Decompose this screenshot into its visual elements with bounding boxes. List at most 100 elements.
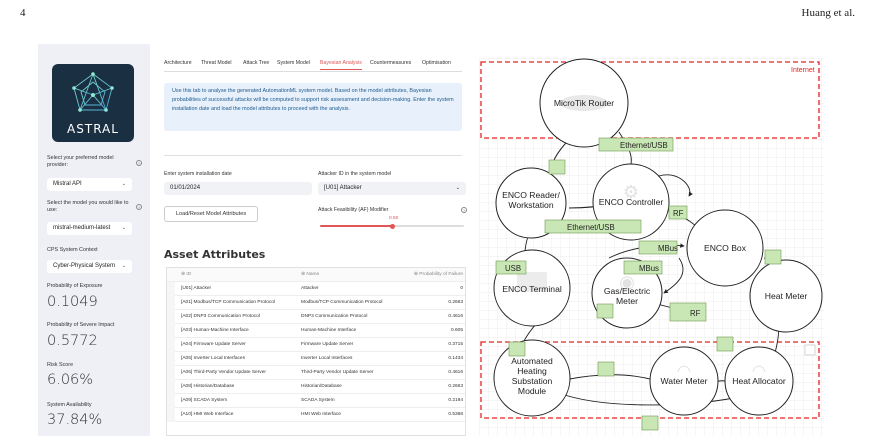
metric-value: 37.84% — [47, 412, 103, 428]
node-microtik-router[interactable]: MicroTik Router — [539, 58, 629, 148]
table-row[interactable]: [A02] DNP3 Communication Protocol DNP3 Co… — [167, 310, 465, 324]
node-heat-meter[interactable]: Heat Meter — [749, 259, 823, 333]
metric-label: Probability of Severe Impact — [47, 322, 115, 328]
id-cell: [A06] Third-Party Vendor Update Server — [181, 370, 266, 375]
node-label: Heat Meter — [765, 291, 808, 301]
af-slider-fill — [320, 225, 392, 227]
port-box[interactable] — [596, 303, 614, 319]
table-row[interactable]: [A03] Human-Machine Interface Human-Machi… — [167, 324, 465, 338]
context-select[interactable]: Cyber-Physical System ⌄ — [47, 260, 132, 273]
probability-cell: 0.5388 — [448, 412, 463, 417]
af-slider-thumb[interactable] — [389, 223, 395, 229]
tab-system-model[interactable]: System Model — [277, 60, 310, 66]
node-label: ENCO Terminal — [502, 284, 562, 294]
probability-cell: 0.2663 — [448, 300, 463, 305]
port-box[interactable] — [764, 249, 782, 265]
port-box[interactable] — [548, 159, 566, 175]
context-label: CPS System Context — [47, 247, 98, 253]
column-header[interactable]: ⊕ ID — [181, 268, 191, 282]
tab-bayesian-analysis[interactable]: Bayesian Analysis — [320, 60, 362, 70]
edge-label: Ethernet/USB — [620, 141, 668, 150]
divider — [164, 155, 462, 156]
node-enco-box[interactable]: ENCO Box — [686, 209, 764, 287]
row-index-cell — [167, 380, 175, 394]
table-row[interactable]: [A05] Inverter Local Interfaces Inverter … — [167, 352, 465, 366]
asset-attributes-table: ⊕ ID ⊕ Name ⊕ Probability of Failure [U0… — [166, 267, 466, 436]
table-row[interactable]: [A01] Modbus/TCP Communication Protocol M… — [167, 296, 465, 310]
name-cell: Inverter Local Interfaces — [301, 356, 353, 361]
tab-optimisation[interactable]: Optimisation — [422, 60, 451, 66]
model-select[interactable]: mistral-medium-latest ⌄ — [47, 222, 132, 235]
tab-threat-model[interactable]: Threat Model — [201, 60, 232, 66]
column-header-label: Name — [306, 272, 320, 277]
provider-select[interactable]: Mistral API ⌄ — [47, 178, 132, 191]
name-cell: Human-Machine Interface — [301, 328, 357, 333]
id-cell: [A02] DNP3 Communication Protocol — [181, 314, 260, 319]
table-row[interactable]: [A08] Historian/Database Historian/Databa… — [167, 380, 465, 394]
zone-marker — [804, 344, 816, 356]
id-cell: [A05] Inverter Local Interfaces — [181, 356, 245, 361]
node-heat-allocator[interactable]: ◠ Heat Allocator — [724, 346, 794, 416]
row-index-cell — [167, 310, 175, 324]
model-label: Select the model you would like to use: — [47, 200, 129, 213]
column-header-label: Probability of Failure — [419, 272, 463, 277]
chevron-down-icon: ⌄ — [121, 225, 126, 231]
column-header[interactable]: ⊕ Name — [301, 268, 319, 282]
help-icon[interactable]: ? — [461, 207, 467, 213]
system-model-diagram: Internet MicroTik Router ENCO Reader/Wor… — [479, 58, 825, 436]
row-index-cell — [167, 408, 175, 422]
port-box[interactable] — [716, 336, 734, 352]
table-row[interactable]: [A09] SCADA System SCADA System 0.2194 — [167, 394, 465, 408]
table-row[interactable]: [U01] Attacker Attacker 0 — [167, 282, 465, 296]
edge-label: Ethernet/USB — [567, 223, 615, 232]
id-cell: [A03] Human-Machine Interface — [181, 328, 249, 333]
name-cell: DNP3 Communication Protocol — [301, 314, 368, 319]
probability-cell: 0.605 — [450, 328, 463, 333]
provider-value: Mistral API — [53, 181, 82, 187]
load-reset-button[interactable]: Load/Reset Model Attributes — [164, 206, 258, 222]
provider-label: Select your preferred model provider: — [47, 155, 114, 168]
table-row[interactable]: [A10] HMI Web Interface HMI Web Interface… — [167, 408, 465, 422]
node-automated-heating-substation-module[interactable]: Automated Heating Substation Module — [493, 339, 571, 417]
probability-cell: 0.2663 — [448, 384, 463, 389]
tab-attack-tree[interactable]: Attack Tree — [243, 60, 269, 66]
metric-label: System Availability — [47, 402, 92, 408]
table-row[interactable]: [A06] Third-Party Vendor Update Server Th… — [167, 366, 465, 380]
edge-label: USB — [505, 264, 521, 273]
help-icon[interactable]: ? — [136, 160, 142, 166]
help-icon[interactable]: ? — [136, 204, 142, 210]
zone-internet[interactable] — [480, 61, 820, 139]
tab-architecture[interactable]: Architecture — [164, 60, 192, 66]
sidebar: ASTRAL Select your preferred model provi… — [38, 44, 150, 436]
probability-cell: 0 — [460, 286, 463, 291]
port-box[interactable] — [508, 341, 526, 357]
node-label: Heat Allocator — [732, 376, 786, 386]
name-cell: Attacker — [301, 286, 319, 291]
row-index-cell — [167, 338, 175, 352]
id-cell: [A09] SCADA System — [181, 398, 228, 403]
name-cell: Historian/Database — [301, 384, 342, 389]
port-box[interactable] — [641, 415, 659, 431]
astral-logo: ASTRAL — [52, 64, 134, 142]
row-index-cell — [167, 296, 175, 310]
attacker-value: [U01] Attacker — [324, 185, 362, 191]
running-head-authors: Huang et al. — [801, 7, 855, 19]
edge-label: RF — [673, 209, 684, 218]
info-alert: Use this tab to analyse the generated Au… — [164, 83, 462, 131]
edge-label: MBus — [658, 244, 678, 253]
probability-cell: 0.3715 — [448, 342, 463, 347]
node-water-meter[interactable]: ◠ Water Meter — [649, 346, 719, 416]
name-cell: Third-Party Vendor Update Server — [301, 370, 374, 375]
tab-countermeasures[interactable]: Countermeasures — [370, 60, 411, 66]
table-row[interactable]: [A04] Firmware Update Server Firmware Upd… — [167, 338, 465, 352]
name-cell: Firmware Update Server — [301, 342, 354, 347]
date-input[interactable]: 01/01/2024 — [164, 182, 312, 195]
date-label: Enter system installation date — [164, 171, 232, 177]
node-label: Water Meter — [661, 376, 708, 386]
column-header[interactable]: ⊕ Probability of Failure — [414, 268, 463, 282]
name-cell: Modbus/TCP Communication Protocol — [301, 300, 383, 305]
tab-bar: Architecture Threat Model Attack Tree Sy… — [164, 60, 462, 72]
port-box[interactable] — [597, 361, 615, 377]
attacker-select[interactable]: [U01] Attacker ⌄ — [318, 182, 466, 195]
edge-label: MBus — [639, 264, 659, 273]
